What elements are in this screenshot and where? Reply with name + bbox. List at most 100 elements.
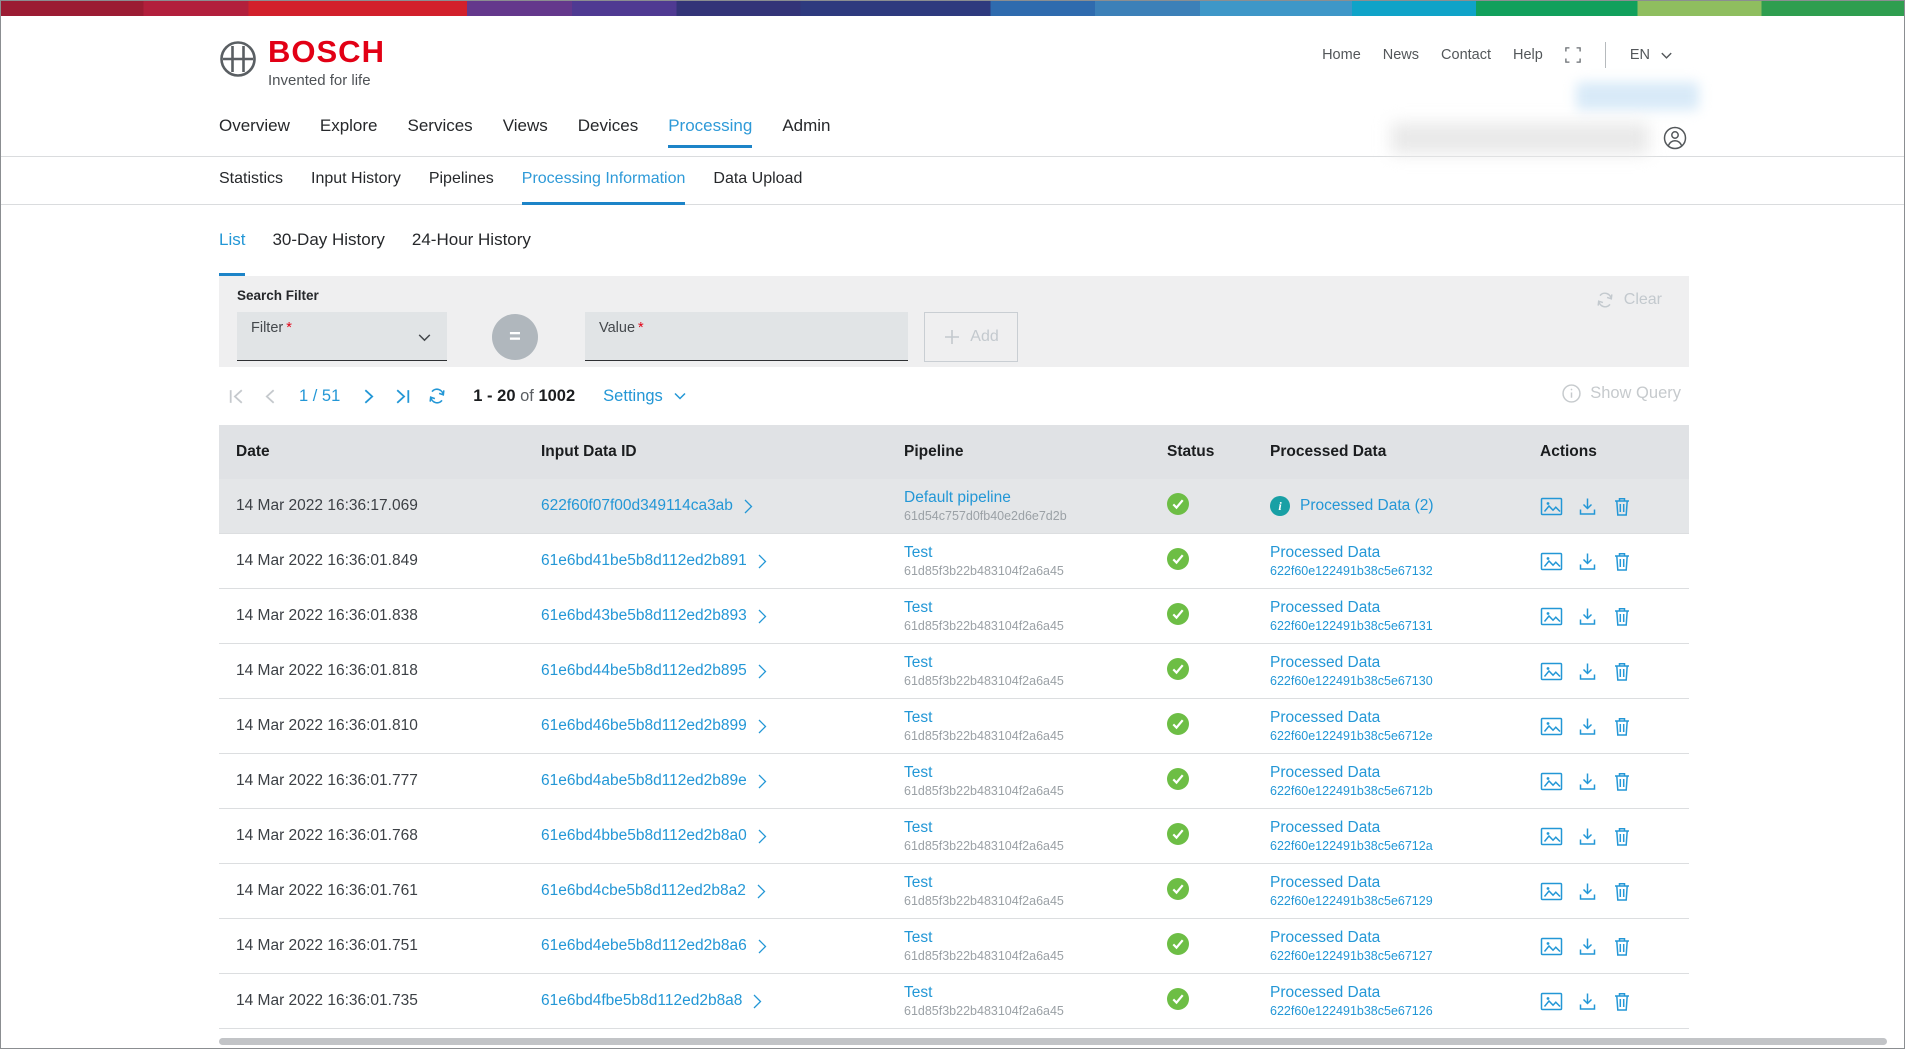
utility-link-news[interactable]: News <box>1383 47 1419 63</box>
nav-item-admin[interactable]: Admin <box>782 116 830 148</box>
horizontal-scrollbar[interactable] <box>219 1038 1887 1045</box>
preview-image-button[interactable] <box>1540 881 1563 902</box>
processed-data-link[interactable]: Processed Data <box>1270 654 1380 672</box>
input-id-link[interactable]: 61e6bd43be5b8d112ed2b893 <box>541 607 887 625</box>
processed-data-link[interactable]: Processed Data <box>1270 764 1380 782</box>
next-page-button[interactable] <box>359 387 378 406</box>
pipeline-link[interactable]: Test <box>904 599 932 616</box>
pipeline-link[interactable]: Test <box>904 929 932 946</box>
redacted-button[interactable] <box>1576 82 1699 110</box>
first-page-button[interactable] <box>227 387 246 406</box>
show-query-button[interactable]: Show Query <box>1562 384 1681 403</box>
processed-data-link[interactable]: Processed Data <box>1270 709 1380 727</box>
subnav-item-statistics[interactable]: Statistics <box>219 170 283 205</box>
delete-button[interactable] <box>1612 606 1632 627</box>
nav-item-explore[interactable]: Explore <box>320 116 378 148</box>
input-id-link[interactable]: 61e6bd4fbe5b8d112ed2b8a8 <box>541 992 887 1010</box>
pipeline-link[interactable]: Test <box>904 874 932 891</box>
download-button[interactable] <box>1577 826 1598 847</box>
pipeline-link[interactable]: Test <box>904 819 932 836</box>
download-button[interactable] <box>1577 551 1598 572</box>
utility-link-help[interactable]: Help <box>1513 47 1543 63</box>
prev-page-button[interactable] <box>261 387 280 406</box>
view-tabs: List 30-Day History 24-Hour History <box>219 230 1689 276</box>
input-id-link[interactable]: 61e6bd41be5b8d112ed2b891 <box>541 552 887 570</box>
nav-item-devices[interactable]: Devices <box>578 116 638 148</box>
input-id-link[interactable]: 61e6bd4abe5b8d112ed2b89e <box>541 772 887 790</box>
delete-button[interactable] <box>1612 496 1632 517</box>
processed-data-link[interactable]: Processed Data <box>1270 984 1380 1002</box>
pipeline-link[interactable]: Test <box>904 764 932 781</box>
preview-image-button[interactable] <box>1540 496 1563 517</box>
processed-data-link[interactable]: Processed Data <box>1270 874 1380 892</box>
delete-button[interactable] <box>1612 716 1632 737</box>
download-button[interactable] <box>1577 881 1598 902</box>
preview-image-button[interactable] <box>1540 991 1563 1012</box>
processed-data-link[interactable]: Processed Data <box>1270 599 1380 617</box>
utility-link-home[interactable]: Home <box>1322 47 1361 63</box>
delete-button[interactable] <box>1612 771 1632 792</box>
input-id-link[interactable]: 622f60f07f00d349114ca3ab <box>541 497 887 515</box>
utility-link-contact[interactable]: Contact <box>1441 47 1491 63</box>
subnav-item-processing-information[interactable]: Processing Information <box>522 170 686 205</box>
bosch-logo[interactable]: BOSCH Invented for life <box>219 36 385 89</box>
preview-image-button[interactable] <box>1540 716 1563 737</box>
settings-dropdown[interactable]: Settings <box>603 387 688 406</box>
processed-data-link[interactable]: Processed Data <box>1270 929 1380 947</box>
nav-item-services[interactable]: Services <box>408 116 473 148</box>
delete-button[interactable] <box>1612 991 1632 1012</box>
language-selector[interactable]: EN <box>1630 47 1674 63</box>
preview-image-button[interactable] <box>1540 826 1563 847</box>
preview-image-button[interactable] <box>1540 936 1563 957</box>
tab-list[interactable]: List <box>219 230 245 276</box>
fullscreen-icon[interactable] <box>1565 47 1581 63</box>
download-button[interactable] <box>1577 771 1598 792</box>
reload-button[interactable] <box>427 386 447 406</box>
subnav-item-input-history[interactable]: Input History <box>311 170 401 205</box>
download-button[interactable] <box>1577 716 1598 737</box>
processed-data-link[interactable]: Processed Data (2) <box>1300 497 1434 515</box>
delete-button[interactable] <box>1612 881 1632 902</box>
preview-image-button[interactable] <box>1540 771 1563 792</box>
input-id-link[interactable]: 61e6bd4cbe5b8d112ed2b8a2 <box>541 882 887 900</box>
pipeline-link[interactable]: Test <box>904 984 932 1001</box>
processed-data-link[interactable]: Processed Data <box>1270 819 1380 837</box>
clear-button[interactable]: Clear <box>1595 290 1662 310</box>
input-id-link[interactable]: 61e6bd44be5b8d112ed2b895 <box>541 662 887 680</box>
tab-30-day-history[interactable]: 30-Day History <box>272 230 384 276</box>
pipeline-link[interactable]: Test <box>904 709 932 726</box>
date-cell: 14 Mar 2022 16:36:01.810 <box>219 717 524 735</box>
pipeline-link[interactable]: Test <box>904 544 932 561</box>
nav-item-overview[interactable]: Overview <box>219 116 290 148</box>
processed-data-link[interactable]: Processed Data <box>1270 544 1380 562</box>
header: BOSCH Invented for life HomeNewsContactH… <box>1 16 1904 111</box>
preview-image-button[interactable] <box>1540 661 1563 682</box>
delete-button[interactable] <box>1612 661 1632 682</box>
subnav-item-data-upload[interactable]: Data Upload <box>713 170 802 205</box>
download-button[interactable] <box>1577 991 1598 1012</box>
delete-button[interactable] <box>1612 936 1632 957</box>
tab-24-hour-history[interactable]: 24-Hour History <box>412 230 531 276</box>
download-button[interactable] <box>1577 661 1598 682</box>
input-id-link[interactable]: 61e6bd4bbe5b8d112ed2b8a0 <box>541 827 887 845</box>
input-id-link[interactable]: 61e6bd46be5b8d112ed2b899 <box>541 717 887 735</box>
input-id-link[interactable]: 61e6bd4ebe5b8d112ed2b8a6 <box>541 937 887 955</box>
download-button[interactable] <box>1577 606 1598 627</box>
pipeline-link[interactable]: Test <box>904 654 932 671</box>
preview-image-button[interactable] <box>1540 551 1563 572</box>
subnav-item-pipelines[interactable]: Pipelines <box>429 170 494 205</box>
delete-button[interactable] <box>1612 826 1632 847</box>
nav-item-processing[interactable]: Processing <box>668 116 752 148</box>
filter-select[interactable]: Filter* <box>237 312 447 361</box>
account-icon[interactable] <box>1663 126 1687 150</box>
download-button[interactable] <box>1577 496 1598 517</box>
value-input[interactable]: Value* <box>585 312 908 361</box>
delete-button[interactable] <box>1612 551 1632 572</box>
download-button[interactable] <box>1577 936 1598 957</box>
utility-nav: Home News Contact Help EN <box>1322 42 1674 68</box>
nav-item-views[interactable]: Views <box>503 116 548 148</box>
preview-image-button[interactable] <box>1540 606 1563 627</box>
pipeline-link[interactable]: Default pipeline <box>904 489 1011 506</box>
add-button[interactable]: Add <box>924 312 1018 362</box>
last-page-button[interactable] <box>393 387 412 406</box>
